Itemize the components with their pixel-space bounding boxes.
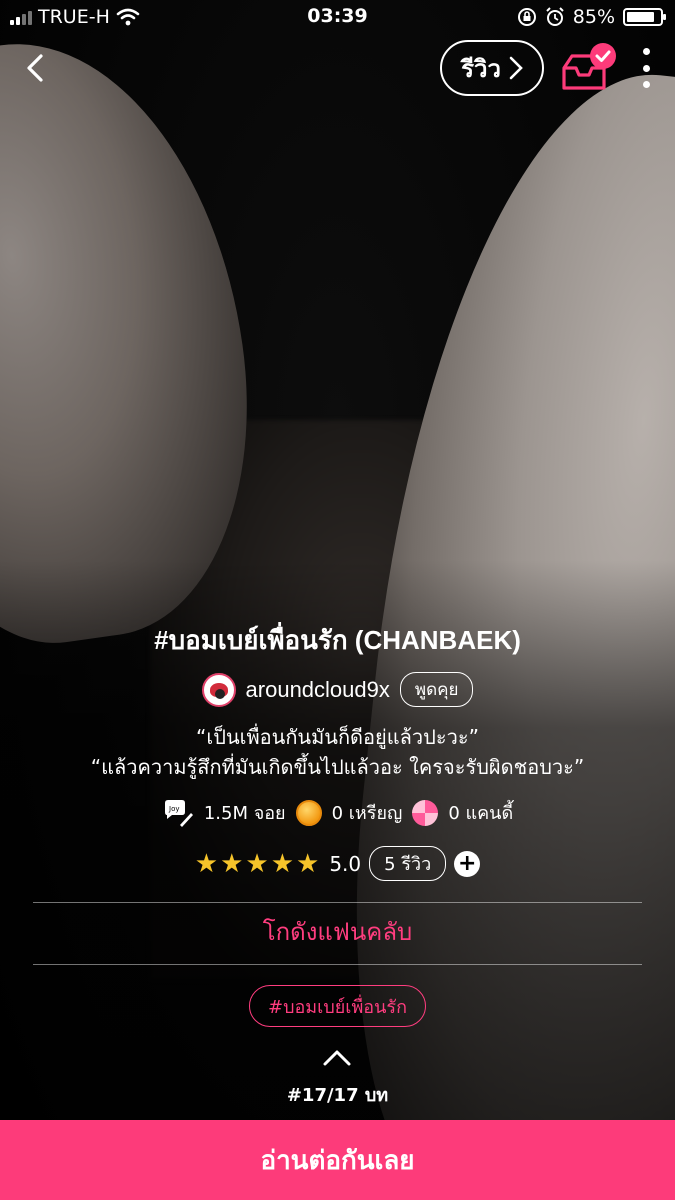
divider (33, 964, 642, 965)
rating-score: 5.0 (329, 851, 362, 876)
talk-button[interactable]: พูดคุย (399, 672, 474, 707)
divider (33, 902, 642, 903)
alarm-icon (546, 7, 564, 26)
chapter-count: #17/17 บท (286, 1085, 389, 1106)
back-chevron-icon[interactable] (18, 50, 54, 86)
review-button-label: รีวิว (461, 54, 501, 83)
rating-row: ★★★★★ 5.0 5 รีวิว + (0, 846, 675, 881)
chevron-right-icon (509, 56, 523, 80)
description-line: “เป็นเพื่อนกันมันก็ดีอยู่แล้วปะวะ” (196, 725, 479, 749)
rotation-lock-icon (517, 8, 536, 26)
author-avatar[interactable] (201, 672, 236, 707)
author-name[interactable]: aroundcloud9x (246, 677, 390, 703)
chevron-up-icon[interactable] (322, 1046, 352, 1068)
battery-percent: 85% (572, 6, 615, 28)
star-rating-icon: ★★★★★ (194, 848, 322, 879)
status-bar: TRUE-H 03:39 85% (0, 0, 675, 34)
description-line: “แล้วความรู้สึกที่มันเกิดขึ้นไปแล้วอะ ใค… (90, 755, 585, 779)
add-review-icon[interactable]: + (454, 850, 481, 877)
fanclub-link[interactable]: โกดังแฟนคลับ (0, 912, 675, 951)
bookshelf-check-icon[interactable] (560, 42, 620, 94)
battery-icon (623, 8, 666, 26)
joy-icon: Joy (164, 799, 193, 827)
candy-count: 0 แคนดี้ (448, 803, 514, 824)
story-description: “เป็นเพื่อนกันมันก็ดีอยู่แล้วปะวะ” “แล้ว… (0, 722, 675, 782)
svg-text:Joy: Joy (168, 805, 180, 813)
review-button[interactable]: รีวิว (440, 40, 544, 96)
review-count-button[interactable]: 5 รีวิว (369, 846, 447, 881)
story-stats: Joy 1.5M จอย 0 เหรียญ 0 แคนดี้ (0, 798, 675, 827)
more-options-icon[interactable] (636, 48, 656, 88)
author-row: aroundcloud9x พูดคุย (0, 672, 675, 707)
coin-count: 0 เหรียญ (331, 803, 403, 824)
joy-count: 1.5M จอย (203, 803, 286, 824)
hashtag-chip[interactable]: #บอมเบย์เพื่อนรัก (249, 985, 426, 1027)
coin-icon (295, 799, 322, 826)
story-title: #บอมเบย์เพื่อนรัก (CHANBAEK) (154, 625, 521, 655)
candy-icon (412, 799, 439, 826)
continue-reading-button[interactable]: อ่านต่อกันเลย (0, 1120, 675, 1200)
